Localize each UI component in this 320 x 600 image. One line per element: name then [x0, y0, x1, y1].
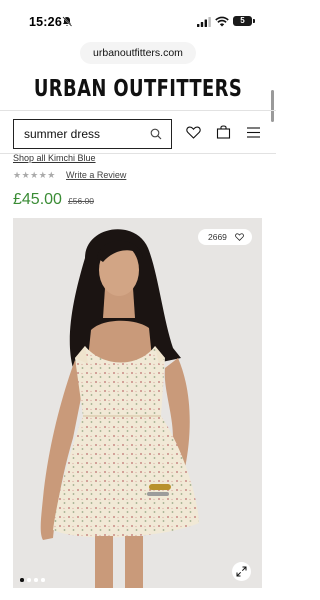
product-photo: [40, 229, 199, 588]
scrollbar[interactable]: [271, 90, 274, 122]
search-box[interactable]: [13, 119, 172, 149]
status-bar: 15:26 5: [0, 0, 276, 40]
status-time: 15:26: [29, 15, 62, 29]
brand-logo[interactable]: URBAN OUTFITTERS: [30, 76, 245, 102]
expand-icon: [236, 566, 247, 577]
search-icon[interactable]: [150, 128, 162, 140]
likes-count: 2669: [208, 232, 227, 242]
heart-icon[interactable]: [235, 233, 244, 241]
battery-tip: [253, 19, 255, 23]
sale-price: £45.00: [13, 191, 62, 208]
search-input[interactable]: [24, 120, 142, 148]
menu-icon[interactable]: [247, 127, 260, 138]
expand-image-button[interactable]: [232, 562, 251, 581]
likes-badge[interactable]: 2669: [198, 229, 252, 245]
carousel-dot[interactable]: [41, 578, 45, 582]
battery-indicator: 5: [233, 16, 252, 26]
original-price: £56.00: [68, 196, 94, 206]
shop-all-brand-link[interactable]: Shop all Kimchi Blue: [13, 153, 96, 163]
product-image[interactable]: 2669: [13, 218, 262, 588]
bag-icon[interactable]: [216, 124, 231, 139]
header-divider: [0, 110, 276, 111]
wifi-icon: [215, 16, 229, 27]
browser-url-bar[interactable]: urbanoutfitters.com: [80, 42, 196, 64]
heart-icon[interactable]: [186, 126, 201, 139]
carousel-dot[interactable]: [20, 578, 24, 582]
carousel-dot[interactable]: [34, 578, 38, 582]
carousel-dot[interactable]: [27, 578, 31, 582]
carousel-dots[interactable]: [20, 578, 60, 582]
rating-stars: ★★★★★: [13, 170, 56, 180]
silent-bell-icon: [62, 16, 72, 27]
write-review-link[interactable]: Write a Review: [66, 170, 126, 180]
signal-icon: [197, 17, 211, 27]
